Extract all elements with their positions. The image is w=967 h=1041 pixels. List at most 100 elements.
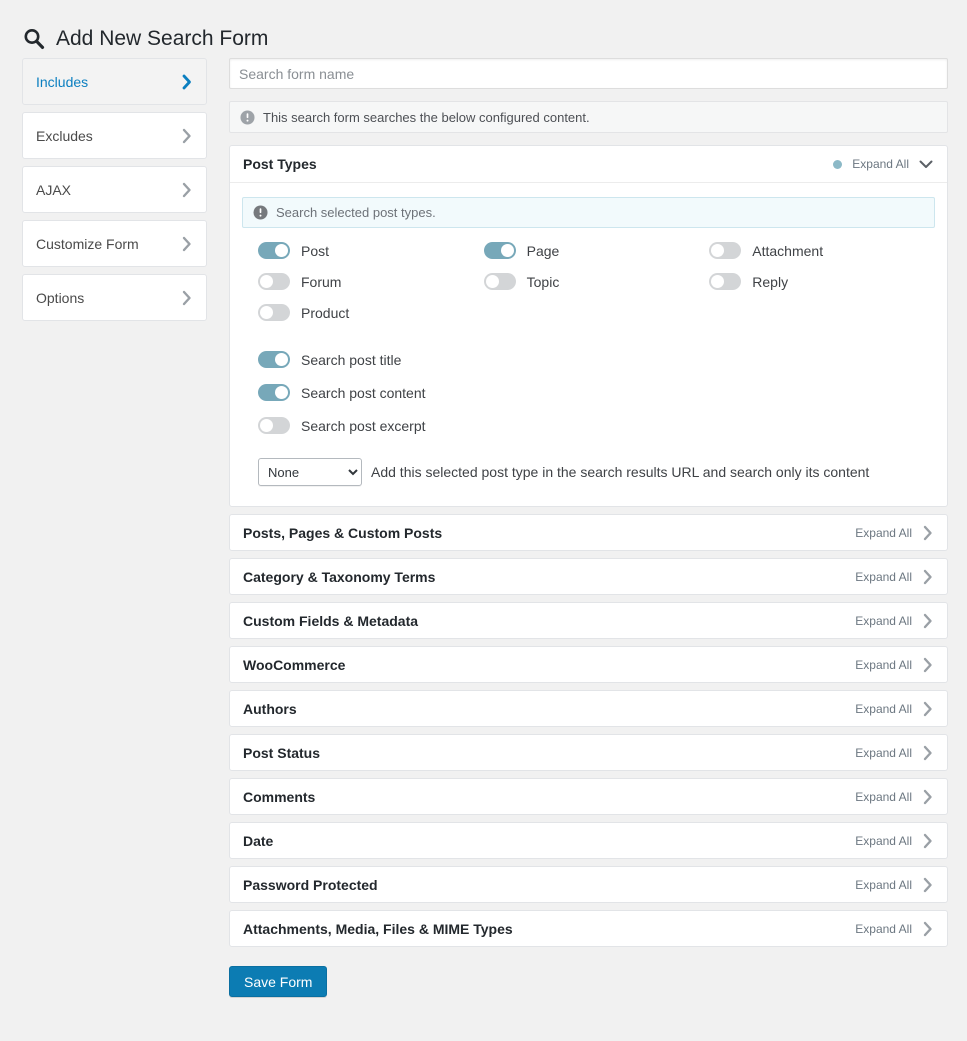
page-header: Add New Search Form bbox=[0, 0, 967, 58]
toggle-reply[interactable]: Reply bbox=[709, 273, 935, 290]
chevron-right-icon[interactable] bbox=[922, 701, 933, 717]
expand-all-label[interactable]: Expand All bbox=[855, 922, 912, 936]
info-icon bbox=[253, 205, 268, 220]
toggle-label: Forum bbox=[301, 274, 341, 290]
toggle-switch[interactable] bbox=[484, 273, 516, 290]
chevron-right-icon[interactable] bbox=[922, 745, 933, 761]
toggle-switch[interactable] bbox=[709, 242, 741, 259]
toggle-switch[interactable] bbox=[258, 242, 290, 259]
section-actions: Expand All bbox=[855, 525, 933, 541]
expand-all-label[interactable]: Expand All bbox=[855, 878, 912, 892]
toggle-attachment[interactable]: Attachment bbox=[709, 242, 935, 259]
toggle-label: Search post content bbox=[301, 385, 426, 401]
section-actions: Expand All bbox=[855, 569, 933, 585]
sidebar-item-options[interactable]: Options bbox=[22, 274, 207, 321]
section-woocommerce[interactable]: WooCommerce Expand All bbox=[229, 646, 948, 683]
save-form-button[interactable]: Save Form bbox=[229, 966, 327, 997]
expand-all-label[interactable]: Expand All bbox=[855, 746, 912, 760]
sidebar-item-label: Customize Form bbox=[36, 236, 139, 252]
section-actions: Expand All bbox=[855, 613, 933, 629]
sidebar-item-customize-form[interactable]: Customize Form bbox=[22, 220, 207, 267]
toggle-post[interactable]: Post bbox=[258, 242, 484, 259]
section-title: Password Protected bbox=[243, 877, 378, 893]
toggle-switch[interactable] bbox=[258, 273, 290, 290]
chevron-right-icon[interactable] bbox=[922, 613, 933, 629]
info-icon bbox=[240, 110, 255, 125]
section-actions: Expand All bbox=[855, 921, 933, 937]
toggle-switch[interactable] bbox=[258, 304, 290, 321]
post-types-notice: Search selected post types. bbox=[242, 197, 935, 228]
chevron-right-icon bbox=[181, 182, 192, 198]
toggle-label: Topic bbox=[527, 274, 560, 290]
section-actions: Expand All bbox=[855, 833, 933, 849]
expand-all-label[interactable]: Expand All bbox=[855, 526, 912, 540]
chevron-right-icon[interactable] bbox=[922, 877, 933, 893]
form-footer: Save Form bbox=[229, 966, 948, 1017]
toggle-label: Search post excerpt bbox=[301, 418, 426, 434]
expand-all-label[interactable]: Expand All bbox=[855, 614, 912, 628]
content-area: This search form searches the below conf… bbox=[229, 58, 948, 1017]
expand-all-label[interactable]: Expand All bbox=[855, 570, 912, 584]
chevron-down-icon[interactable] bbox=[919, 160, 933, 169]
chevron-right-icon bbox=[181, 290, 192, 306]
post-type-url-select-row: None Add this selected post type in the … bbox=[242, 458, 935, 486]
toggle-search-post-excerpt[interactable]: Search post excerpt bbox=[258, 417, 935, 434]
main-layout: Includes Excludes AJAX Customize Form Op… bbox=[0, 58, 967, 1017]
toggle-switch[interactable] bbox=[709, 273, 741, 290]
sidebar-item-includes[interactable]: Includes bbox=[22, 58, 207, 105]
chevron-right-icon[interactable] bbox=[922, 789, 933, 805]
section-attachments-media-files-mime-types[interactable]: Attachments, Media, Files & MIME Types E… bbox=[229, 910, 948, 947]
section-actions: Expand All bbox=[855, 789, 933, 805]
toggle-label: Reply bbox=[752, 274, 788, 290]
toggle-topic[interactable]: Topic bbox=[484, 273, 710, 290]
panel-post-types: Post Types Expand All Search selected po… bbox=[229, 145, 948, 507]
section-post-status[interactable]: Post Status Expand All bbox=[229, 734, 948, 771]
section-posts-pages-custom-posts[interactable]: Posts, Pages & Custom Posts Expand All bbox=[229, 514, 948, 551]
toggle-switch[interactable] bbox=[258, 351, 290, 368]
section-title: Custom Fields & Metadata bbox=[243, 613, 418, 629]
section-comments[interactable]: Comments Expand All bbox=[229, 778, 948, 815]
expand-all-label[interactable]: Expand All bbox=[855, 790, 912, 804]
post-types-toggle-grid: Post Page Attachment Forum bbox=[242, 242, 935, 335]
chevron-right-icon[interactable] bbox=[922, 657, 933, 673]
section-password-protected[interactable]: Password Protected Expand All bbox=[229, 866, 948, 903]
expand-all-label[interactable]: Expand All bbox=[852, 157, 909, 171]
section-category-taxonomy-terms[interactable]: Category & Taxonomy Terms Expand All bbox=[229, 558, 948, 595]
toggle-switch[interactable] bbox=[258, 384, 290, 401]
toggle-product[interactable]: Product bbox=[258, 304, 484, 321]
form-notice: This search form searches the below conf… bbox=[229, 101, 948, 133]
panel-title: Post Types bbox=[243, 156, 317, 172]
sidebar-item-label: Options bbox=[36, 290, 84, 306]
section-date[interactable]: Date Expand All bbox=[229, 822, 948, 859]
sidebar-item-ajax[interactable]: AJAX bbox=[22, 166, 207, 213]
search-form-name-input[interactable] bbox=[229, 58, 948, 89]
toggle-label: Page bbox=[527, 243, 560, 259]
chevron-right-icon bbox=[181, 74, 192, 90]
toggle-search-post-content[interactable]: Search post content bbox=[258, 384, 935, 401]
panel-post-types-header[interactable]: Post Types Expand All bbox=[230, 146, 947, 183]
toggle-page[interactable]: Page bbox=[484, 242, 710, 259]
toggle-search-post-title[interactable]: Search post title bbox=[258, 351, 935, 368]
post-type-url-description: Add this selected post type in the searc… bbox=[371, 464, 869, 480]
chevron-right-icon[interactable] bbox=[922, 525, 933, 541]
sidebar-item-excludes[interactable]: Excludes bbox=[22, 112, 207, 159]
chevron-right-icon bbox=[181, 236, 192, 252]
chevron-right-icon[interactable] bbox=[922, 921, 933, 937]
search-icon bbox=[22, 27, 46, 51]
status-dot bbox=[833, 160, 842, 169]
toggle-forum[interactable]: Forum bbox=[258, 273, 484, 290]
toggle-switch[interactable] bbox=[484, 242, 516, 259]
section-custom-fields-metadata[interactable]: Custom Fields & Metadata Expand All bbox=[229, 602, 948, 639]
section-actions: Expand All bbox=[855, 877, 933, 893]
chevron-right-icon[interactable] bbox=[922, 569, 933, 585]
toggle-switch[interactable] bbox=[258, 417, 290, 434]
expand-all-label[interactable]: Expand All bbox=[855, 702, 912, 716]
expand-all-label[interactable]: Expand All bbox=[855, 658, 912, 672]
section-actions: Expand All bbox=[855, 745, 933, 761]
toggle-label: Search post title bbox=[301, 352, 401, 368]
sidebar-item-label: Excludes bbox=[36, 128, 93, 144]
post-type-url-select[interactable]: None bbox=[258, 458, 362, 486]
expand-all-label[interactable]: Expand All bbox=[855, 834, 912, 848]
chevron-right-icon[interactable] bbox=[922, 833, 933, 849]
section-authors[interactable]: Authors Expand All bbox=[229, 690, 948, 727]
